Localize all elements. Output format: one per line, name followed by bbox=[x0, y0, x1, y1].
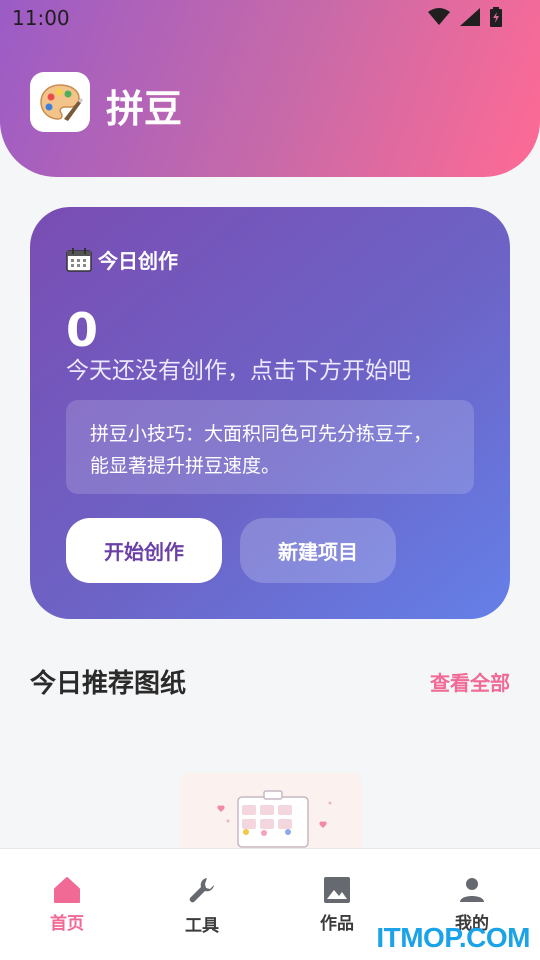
home-icon bbox=[54, 877, 80, 903]
nav-item-tools[interactable]: 工具 bbox=[152, 875, 252, 936]
new-project-button[interactable]: 新建项目 bbox=[240, 518, 396, 583]
nav-item-works[interactable]: 作品 bbox=[287, 875, 387, 934]
tip-box: 拼豆小技巧：大面积同色可先分拣豆子， 能显著提升拼豆速度。 bbox=[66, 400, 474, 494]
creation-count: 0 bbox=[66, 303, 99, 357]
app-header: 11:00 拼豆 bbox=[0, 0, 540, 177]
today-creation-card: 今日创作 0 今天还没有创作，点击下方开始吧 拼豆小技巧：大面积同色可先分拣豆子… bbox=[30, 207, 510, 619]
wifi-icon bbox=[428, 8, 450, 25]
card-subtitle: 今天还没有创作，点击下方开始吧 bbox=[66, 358, 411, 384]
card-title-row: 今日创作 bbox=[66, 245, 178, 274]
app-logo bbox=[30, 72, 90, 132]
bead-box-illustration bbox=[217, 790, 332, 848]
calendar-icon bbox=[66, 247, 92, 272]
nav-label-tools: 工具 bbox=[185, 916, 219, 936]
tip-line-1: 拼豆小技巧：大面积同色可先分拣豆子， bbox=[90, 423, 433, 445]
person-icon bbox=[460, 878, 484, 902]
signal-icon bbox=[460, 8, 480, 26]
pattern-thumbnail[interactable] bbox=[180, 773, 362, 853]
status-bar: 11:00 bbox=[0, 0, 540, 36]
nav-label-home: 首页 bbox=[50, 914, 84, 934]
palette-icon bbox=[40, 84, 83, 121]
card-title: 今日创作 bbox=[98, 249, 178, 273]
watermark-text: ITMOP.COM bbox=[376, 922, 530, 953]
tip-line-2: 能显著提升拼豆速度。 bbox=[90, 455, 281, 477]
status-time: 11:00 bbox=[12, 6, 70, 30]
section-title: 今日推荐图纸 bbox=[30, 669, 187, 699]
nav-item-home[interactable]: 首页 bbox=[17, 875, 117, 934]
nav-label-works: 作品 bbox=[320, 914, 354, 934]
app-title: 拼豆 bbox=[106, 87, 183, 131]
view-all-link[interactable]: 查看全部 bbox=[430, 667, 510, 696]
status-icons bbox=[428, 7, 502, 27]
wrench-icon bbox=[189, 878, 214, 903]
start-creating-button[interactable]: 开始创作 bbox=[66, 518, 222, 583]
battery-icon bbox=[490, 7, 502, 27]
image-icon bbox=[324, 877, 350, 903]
